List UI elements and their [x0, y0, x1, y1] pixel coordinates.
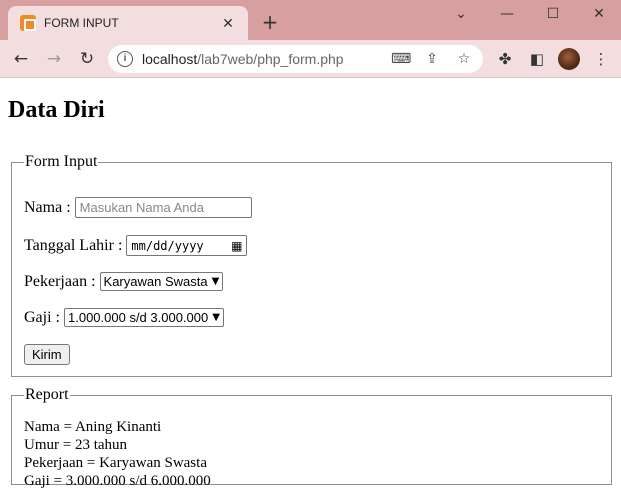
- gaji-selected: 1.000.000 s/d 3.000.000: [68, 310, 209, 325]
- report-nama: Nama = Aning Kinanti: [24, 419, 162, 435]
- tab-title: FORM INPUT: [44, 16, 119, 30]
- back-arrow-icon[interactable]: ←: [10, 48, 32, 70]
- kirim-button[interactable]: Kirim: [24, 344, 70, 365]
- nama-input[interactable]: Masukan Nama Anda: [74, 197, 252, 218]
- pekerjaan-selected: Karyawan Swasta: [103, 274, 208, 289]
- tab-close-icon[interactable]: ✕: [218, 15, 238, 32]
- tab-search-icon[interactable]: ⌄: [446, 4, 476, 24]
- form-input-fieldset: Form Input Nama : Masukan Nama Anda Tang…: [11, 153, 612, 377]
- puzzle-icon[interactable]: ✤: [495, 49, 515, 69]
- browser-tab-active[interactable]: FORM INPUT ✕: [8, 6, 248, 40]
- chevron-down-icon: ▼: [212, 312, 220, 323]
- reload-icon[interactable]: ↻: [76, 48, 98, 70]
- browser-toolbar: ← → ↻ i localhost/lab7web/php_form.php ⌨…: [0, 40, 621, 78]
- window-close-button[interactable]: ✕: [584, 4, 614, 24]
- gaji-row: Gaji : 1.000.000 s/d 3.000.000 ▼: [24, 308, 224, 327]
- nama-label: Nama :: [24, 198, 71, 216]
- translate-icon[interactable]: ⌨: [391, 50, 411, 68]
- browser-titlebar: FORM INPUT ✕ + ⌄ — ☐ ✕: [0, 0, 621, 40]
- url-text[interactable]: localhost/lab7web/php_form.php: [142, 51, 344, 67]
- minimize-button[interactable]: —: [492, 4, 522, 24]
- report-fieldset: Report Nama = Aning Kinanti Umur = 23 ta…: [11, 386, 612, 489]
- xampp-favicon-icon: [20, 15, 36, 31]
- bookmark-star-icon[interactable]: ☆: [455, 50, 473, 68]
- report-legend: Report: [25, 386, 69, 403]
- chevron-down-icon: ▼: [211, 276, 220, 287]
- url-path: /lab7web/php_form.php: [197, 51, 344, 67]
- page-content: Data Diri Form Input Nama : Masukan Nama…: [0, 79, 621, 501]
- report-umur: Umur = 23 tahun: [24, 437, 128, 453]
- tanggal-lahir-label: Tanggal Lahir :: [24, 236, 123, 254]
- calendar-icon[interactable]: ▦: [231, 239, 242, 253]
- tanggal-lahir-input[interactable]: mm/dd/yyyy ▦: [126, 235, 248, 256]
- url-host: localhost: [142, 51, 198, 67]
- gaji-label: Gaji :: [24, 308, 60, 326]
- pekerjaan-label: Pekerjaan :: [24, 272, 96, 290]
- new-tab-button[interactable]: +: [258, 10, 282, 34]
- pekerjaan-select[interactable]: Karyawan Swasta ▼: [99, 272, 224, 291]
- kebab-menu-icon[interactable]: ⋮: [591, 49, 611, 69]
- share-icon[interactable]: ⇪: [423, 50, 441, 68]
- report-pekerjaan: Pekerjaan = Karyawan Swasta: [24, 455, 207, 471]
- page-title: Data Diri: [8, 97, 105, 123]
- site-info-icon[interactable]: i: [117, 51, 133, 67]
- report-gaji: Gaji = 3.000.000 s/d 6.000.000: [24, 473, 211, 489]
- profile-avatar[interactable]: [558, 48, 580, 70]
- date-format-text: mm/dd/yyyy: [131, 238, 204, 253]
- tanggal-lahir-row: Tanggal Lahir : mm/dd/yyyy ▦: [24, 235, 248, 256]
- nama-placeholder: Masukan Nama Anda: [79, 200, 204, 215]
- maximize-button[interactable]: ☐: [538, 4, 568, 24]
- form-input-legend: Form Input: [25, 153, 98, 170]
- side-panel-icon[interactable]: ◧: [527, 49, 547, 69]
- submit-row: Kirim: [24, 344, 70, 365]
- pekerjaan-row: Pekerjaan : Karyawan Swasta ▼: [24, 272, 224, 291]
- nama-row: Nama : Masukan Nama Anda: [24, 197, 252, 218]
- forward-arrow-icon[interactable]: →: [43, 48, 65, 70]
- address-bar[interactable]: i localhost/lab7web/php_form.php ⌨ ⇪ ☆: [108, 45, 483, 73]
- gaji-select[interactable]: 1.000.000 s/d 3.000.000 ▼: [64, 308, 224, 327]
- report-lines: Nama = Aning Kinanti Umur = 23 tahun Pek…: [24, 418, 211, 490]
